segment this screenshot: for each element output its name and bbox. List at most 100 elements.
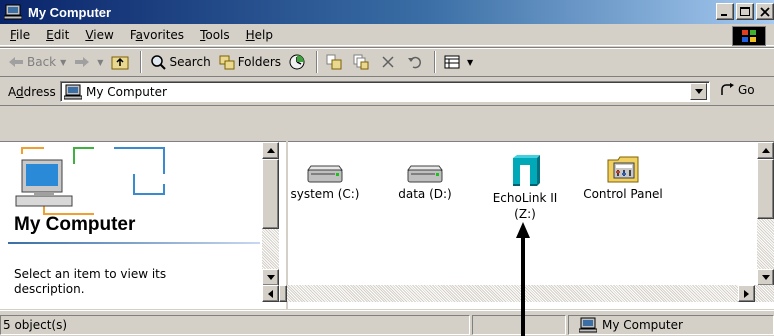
menu-help-label: elp [254,27,274,42]
control-panel-item[interactable]: Control Panel [578,142,668,202]
maximize-button[interactable] [736,3,754,20]
minimize-button[interactable] [716,3,734,20]
address-input[interactable]: My Computer [60,81,710,102]
annotation-arrow-icon [516,222,530,336]
caption-buttons [716,3,774,20]
menu-favorites-label: vorites [143,27,185,42]
file-list-vertical-scrollbar[interactable] [757,142,774,286]
menu-edit-accel: E [46,27,54,42]
toolbar-separator [140,51,143,73]
echolink-drive-icon [513,155,540,186]
details-scroll-down-button[interactable] [262,269,279,286]
window-title: My Computer [28,4,112,20]
scroll-right-button[interactable] [738,285,755,302]
up-folder-icon [111,56,129,70]
standard-toolbar: Back ▼ ▼ Search Folders ▼ [0,47,774,77]
menu-view-label: iew [93,27,114,42]
views-dropdown-icon[interactable]: ▼ [467,58,473,67]
arrow-left-icon [268,289,273,298]
my-computer-banner-icon [15,147,165,215]
file-list-scroll-down-button[interactable] [757,269,774,286]
arrow-up-icon [761,148,770,153]
status-location: My Computer [568,315,774,335]
folders-button[interactable]: Folders [215,50,285,74]
views-icon [444,55,460,69]
windows-logo-icon [732,26,766,46]
minimize-icon [721,13,727,16]
folders-icon [219,55,235,70]
file-list-scroll-thumb[interactable] [757,159,774,219]
maximize-icon [740,6,750,16]
undo-icon [408,56,422,69]
hard-drive-icon [407,165,443,183]
close-button[interactable] [756,3,774,20]
details-scroll-thumb[interactable] [262,159,279,229]
title-bar[interactable]: My Computer [0,0,774,24]
move-to-icon [326,54,342,70]
echolink-label-line2: (Z:) [514,207,536,221]
menu-edit-label: dit [53,27,70,42]
menu-file[interactable]: File [0,28,38,42]
hard-drive-icon [307,165,343,183]
echolink-label-line1: EchoLink II [492,191,558,205]
arrow-up-icon [266,148,275,153]
menu-edit[interactable]: Edit [38,28,77,42]
drive-item-echolink[interactable]: EchoLink II (Z:) [480,142,570,222]
explorer-window: My Computer File Edit View Favorites Too… [0,0,774,336]
arrow-right-icon [744,289,749,298]
control-panel-label: Control Panel [583,187,663,201]
status-object-count: 5 object(s) [0,315,470,335]
drive-item-c[interactable]: system (C:) [280,146,370,202]
details-title: My Computer [14,214,136,235]
details-pane-content: My Computer Select an item to view its d… [0,142,262,310]
up-folder-button[interactable] [107,50,136,74]
search-label: Search [169,55,211,69]
status-bar: 5 object(s) My Computer [0,310,774,336]
drive-item-label: data (D:) [398,187,452,201]
control-panel-icon [607,156,639,183]
details-scroll-up-button[interactable] [262,142,279,159]
back-dropdown-icon[interactable]: ▼ [60,58,66,67]
views-button[interactable]: ▼ [440,50,477,74]
arrow-down-icon [761,275,770,280]
undo-button[interactable] [403,50,430,74]
details-vertical-scrollbar[interactable] [262,142,279,286]
copy-to-button[interactable] [349,50,376,74]
forward-button[interactable]: ▼ [70,50,107,74]
address-bar: Address My Computer Go [0,78,774,106]
address-value: My Computer [86,84,167,99]
folders-label: Folders [237,55,282,69]
scroll-left-button[interactable] [262,285,279,302]
arrow-down-icon [266,275,275,280]
close-icon [760,6,770,17]
chevron-down-icon [694,89,703,94]
go-arrow-icon [721,83,734,95]
toolbar-separator [316,51,319,73]
menu-file-label: ile [16,27,31,42]
status-location-label: My Computer [602,318,683,332]
search-button[interactable]: Search [146,50,214,74]
address-label-pre: A [8,84,16,99]
back-button[interactable]: Back ▼ [4,50,70,74]
menu-tools-label: ools [205,27,230,42]
delete-button[interactable] [376,50,403,74]
details-divider [8,242,260,244]
file-list-scroll-up-button[interactable] [757,142,774,159]
history-icon [289,54,305,70]
drive-item-d[interactable]: data (D:) [380,146,470,202]
go-button[interactable]: Go [720,83,755,97]
menu-help[interactable]: Help [238,28,281,42]
menu-favorites[interactable]: Favorites [122,28,192,42]
menu-view[interactable]: View [77,28,121,42]
forward-dropdown-icon[interactable]: ▼ [97,58,103,67]
copy-to-icon [353,54,369,70]
horizontal-scroll-thumb[interactable] [279,285,287,302]
address-label-rest: dress [23,84,56,99]
search-icon [151,55,167,70]
menu-tools[interactable]: Tools [192,28,238,42]
my-computer-icon [4,4,22,20]
back-label: Back [27,55,57,69]
move-to-button[interactable] [322,50,349,74]
address-dropdown-button[interactable] [690,83,707,100]
history-button[interactable] [285,50,312,74]
